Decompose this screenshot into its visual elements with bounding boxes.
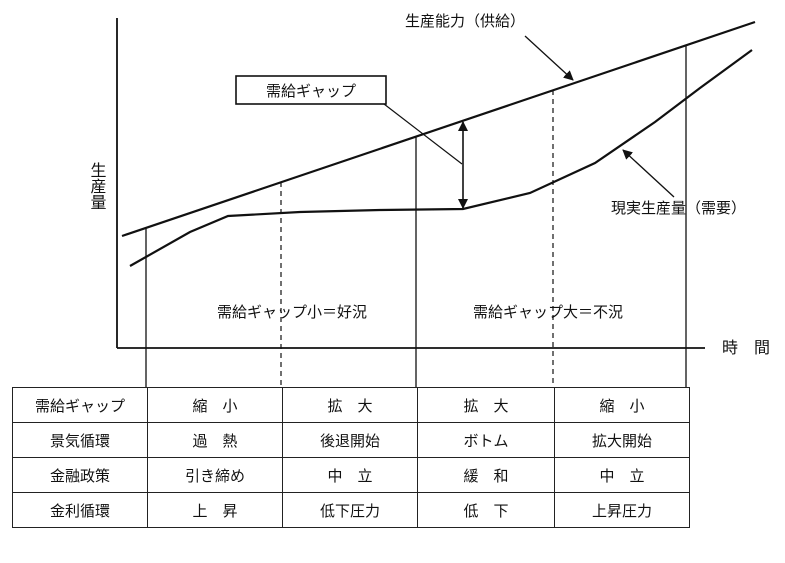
table-row: 景気循環 過 熱 後退開始 ボトム 拡大開始 [12, 422, 690, 458]
table-cell: 拡大開始 [554, 422, 690, 458]
policy-table: 需給ギャップ 縮 小 拡 大 拡 大 縮 小 景気循環 過 熱 後退開始 ボトム… [12, 387, 690, 528]
table-cell: 上昇圧力 [554, 492, 690, 528]
table-cell: 低 下 [417, 492, 555, 528]
supply-pointer [524, 35, 574, 81]
region-small-gap-label: 需給ギャップ小＝好況 [217, 303, 367, 321]
gap-leader-line [383, 103, 463, 165]
table-cell: 過 熱 [147, 422, 283, 458]
row-label: 景気循環 [12, 422, 148, 458]
table-cell: 拡 大 [417, 387, 555, 423]
table-cell: 縮 小 [147, 387, 283, 423]
row-label: 需給ギャップ [12, 387, 148, 423]
gap-label: 需給ギャップ [266, 82, 356, 100]
table-cell: 後退開始 [282, 422, 418, 458]
row-label: 金利循環 [12, 492, 148, 528]
table-cell: 拡 大 [282, 387, 418, 423]
demand-curve [129, 49, 753, 267]
table-cell: 縮 小 [554, 387, 690, 423]
row-label: 金融政策 [12, 457, 148, 493]
x-axis-label: 時 間 [722, 338, 770, 357]
y-axis-label: 生産量 [88, 162, 107, 210]
table-cell: 引き締め [147, 457, 283, 493]
demand-label: 現実生産量（需要） [611, 199, 746, 217]
table-cell: 中 立 [554, 457, 690, 493]
table-cell: 緩 和 [417, 457, 555, 493]
demand-pointer [622, 149, 675, 198]
table-row: 金融政策 引き締め 中 立 緩 和 中 立 [12, 457, 690, 493]
table-row: 需給ギャップ 縮 小 拡 大 拡 大 縮 小 [12, 387, 690, 423]
table-cell: ボトム [417, 422, 555, 458]
table-cell: 低下圧力 [282, 492, 418, 528]
table-cell: 中 立 [282, 457, 418, 493]
table-row: 金利循環 上 昇 低下圧力 低 下 上昇圧力 [12, 492, 690, 528]
supply-label: 生産能力（供給） [405, 12, 525, 30]
region-large-gap-label: 需給ギャップ大＝不況 [473, 303, 623, 321]
table-cell: 上 昇 [147, 492, 283, 528]
